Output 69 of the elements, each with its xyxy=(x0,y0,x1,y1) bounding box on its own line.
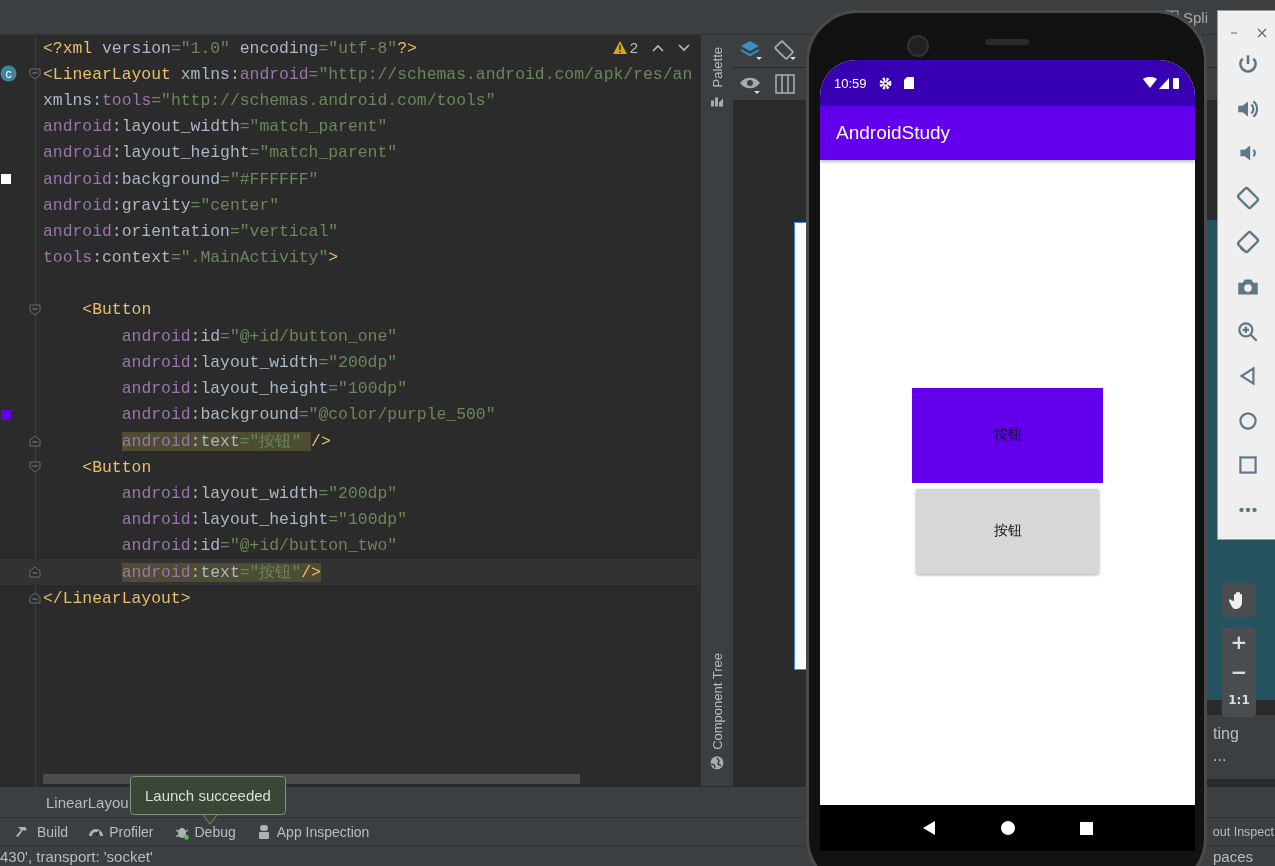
code-line: android:layout_width="200dp" xyxy=(120,483,398,503)
rotate-left-icon[interactable] xyxy=(1235,184,1261,211)
color-swatch[interactable] xyxy=(1,409,11,420)
rotate-right-icon[interactable] xyxy=(1235,229,1261,256)
code-line: android:background="@color/purple_500" xyxy=(120,405,496,425)
code-line: <Button xyxy=(81,300,152,320)
code-line: android:layout_height="100dp" xyxy=(120,509,407,529)
code-line: android:text="按钮" /> xyxy=(120,430,331,452)
panel-text: ... xyxy=(1213,746,1228,766)
speaker-grille xyxy=(985,39,1029,45)
chevron-up-icon[interactable] xyxy=(652,43,664,52)
home-icon[interactable] xyxy=(1001,821,1015,835)
panel-text: ting xyxy=(1213,724,1240,744)
status-time: 10:59 xyxy=(834,75,867,91)
layers-icon[interactable] xyxy=(739,39,763,63)
class-icon[interactable]: c xyxy=(0,65,17,83)
gear-icon xyxy=(878,76,892,90)
signal-icons xyxy=(1143,77,1181,89)
code-line: android:layout_width="match_parent" xyxy=(43,117,388,137)
toast-notification: Launch succeeded xyxy=(130,776,286,815)
app-button[interactable]: 按钮 xyxy=(916,488,1099,574)
rotate-icon[interactable] xyxy=(773,39,797,63)
columns-icon[interactable] xyxy=(773,72,797,96)
code-line: android:id="@+id/button_one" xyxy=(120,326,398,346)
globe-icon xyxy=(710,756,724,770)
overview-icon[interactable] xyxy=(1079,821,1093,835)
palette-tab[interactable]: Palette xyxy=(709,47,725,88)
zoom-button[interactable]: + xyxy=(1222,627,1256,657)
code-line: <Button xyxy=(81,457,152,477)
app-title: AndroidStudy xyxy=(836,122,951,144)
code-line: </LinearLayout> xyxy=(43,588,191,608)
fold-icon[interactable] xyxy=(29,68,41,81)
tool-window-button[interactable]: Profiler xyxy=(88,823,154,840)
tool-window-button[interactable]: Build xyxy=(16,823,69,840)
status-indent[interactable]: paces xyxy=(1212,847,1253,865)
back-icon[interactable] xyxy=(922,821,937,835)
code-line: android:id="@+id/button_two" xyxy=(120,536,398,556)
close-icon[interactable] xyxy=(1257,28,1267,38)
fold-icon[interactable] xyxy=(29,565,41,578)
fold-icon[interactable] xyxy=(29,434,41,447)
fold-icon[interactable] xyxy=(29,591,41,604)
tool-window-button[interactable]: out Inspect xyxy=(1212,824,1274,839)
tool-window-button[interactable]: Debug xyxy=(173,823,236,840)
chevron-down-icon[interactable] xyxy=(678,43,690,52)
breadcrumb[interactable]: LinearLayou xyxy=(46,793,129,811)
code-line: android:layout_height="100dp" xyxy=(120,379,407,399)
code-line: <LinearLayout xmlns:android="http://schemas.android.com/apk/res/an xyxy=(43,64,693,84)
code-line: <?xml version="1.0" encoding="utf-8"?> xyxy=(43,38,417,58)
code-line: android:gravity="center" xyxy=(43,195,280,215)
code-line: tools:context=".MainActivity"> xyxy=(43,248,339,268)
tool-window-button[interactable]: App Inspection xyxy=(255,823,370,840)
sd-card-icon xyxy=(903,77,914,89)
code-line: android:orientation="vertical" xyxy=(43,221,339,241)
pan-button[interactable] xyxy=(1222,583,1256,617)
zoom-button[interactable]: 1:1 xyxy=(1222,687,1256,713)
fold-icon[interactable] xyxy=(29,461,41,473)
warning-count: 2 xyxy=(629,39,638,56)
warning-icon xyxy=(611,40,628,55)
component-tree-tab[interactable]: Component Tree xyxy=(709,653,725,750)
fold-icon[interactable] xyxy=(29,303,41,316)
code-line: android:layout_width="200dp" xyxy=(120,352,398,372)
status-message: 430', transport: 'socket' xyxy=(0,847,153,865)
color-swatch[interactable] xyxy=(1,173,11,184)
code-line: android:background="#FFFFFF" xyxy=(43,169,319,189)
camera-lens xyxy=(907,35,929,57)
code-line: xmlns:tools="http://schemas.android.com/tools" xyxy=(43,90,496,110)
code-line: android:layout_height="match_parent" xyxy=(43,143,398,163)
code-line: android:text="按钮"/> xyxy=(120,561,321,583)
zoom-button[interactable]: − xyxy=(1222,657,1256,687)
